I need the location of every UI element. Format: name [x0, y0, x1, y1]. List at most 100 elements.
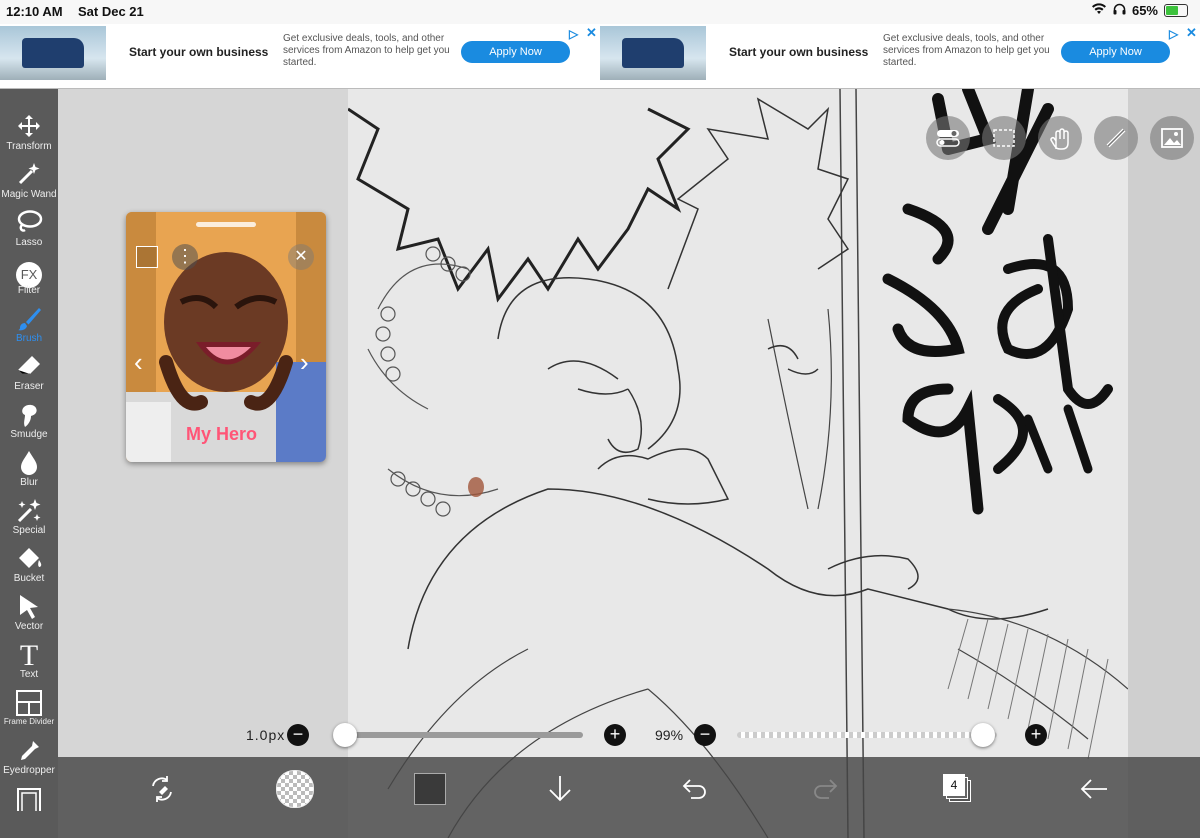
undo-button[interactable] — [672, 767, 716, 811]
tool-eraser[interactable]: Eraser — [0, 353, 58, 399]
tool-bucket[interactable]: Bucket — [0, 545, 58, 591]
tool-label: Text — [19, 669, 39, 680]
adchoices-icon[interactable]: ▷ — [569, 27, 578, 41]
ad-image — [600, 26, 706, 80]
tool-filter[interactable]: FX Filter — [0, 257, 58, 303]
ad-close-icon[interactable]: ✕ — [1186, 25, 1197, 41]
tool-magic-wand[interactable]: Magic Wand — [0, 161, 58, 207]
headphones-icon — [1113, 3, 1126, 18]
battery-fill — [1166, 6, 1179, 15]
tool-eyedropper[interactable]: Eyedropper — [0, 737, 58, 783]
svg-text:My Hero: My Hero — [186, 424, 257, 444]
ad-apply-button[interactable]: Apply Now — [1061, 41, 1170, 63]
layer-count: 4 — [943, 774, 965, 796]
download-button[interactable] — [538, 767, 582, 811]
smudge-icon — [0, 401, 58, 431]
swap-tool-button[interactable] — [140, 767, 184, 811]
hand-icon — [1050, 128, 1069, 150]
bottom-toolbar: 4 — [58, 757, 1200, 838]
battery-percent: 65% — [1131, 3, 1158, 18]
opacity-knob[interactable] — [970, 723, 995, 747]
brush-preview-icon — [276, 770, 314, 808]
tool-label: Special — [12, 525, 46, 536]
tool-special[interactable]: Special — [0, 497, 58, 543]
selection-icon — [993, 129, 1015, 147]
brush-size-slider[interactable] — [333, 723, 583, 747]
ref-prev-icon[interactable]: ‹ — [134, 347, 143, 378]
opacity-increase-button[interactable]: + — [1025, 724, 1047, 746]
move-arrows-icon — [0, 113, 58, 143]
lasso-icon — [0, 209, 58, 239]
tool-text[interactable]: T Text — [0, 641, 58, 687]
status-right: 65% — [1091, 3, 1188, 18]
color-picker-button[interactable] — [408, 767, 452, 811]
touch-mode-button[interactable] — [1038, 116, 1082, 160]
sparkle-icon — [0, 497, 58, 527]
tool-blur[interactable]: Blur — [0, 449, 58, 495]
tool-label: Filter — [17, 285, 41, 296]
ad-body: Get exclusive deals, tools, and other se… — [283, 33, 450, 68]
tool-transform[interactable]: Transform — [0, 113, 58, 159]
brush-eraser-swap-icon — [152, 776, 172, 802]
selection-button[interactable] — [982, 116, 1026, 160]
image-icon — [1161, 128, 1183, 148]
tool-more[interactable] — [0, 785, 58, 831]
tool-label: Eraser — [14, 381, 44, 392]
tool-label: Vector — [14, 621, 44, 632]
ref-next-icon[interactable]: › — [300, 347, 309, 378]
tool-label: Frame Divider — [3, 717, 55, 726]
tool-brush[interactable]: Brush — [0, 305, 58, 351]
tool-frame-divider[interactable]: Frame Divider — [0, 689, 58, 735]
canvas-top-tools — [926, 116, 1194, 160]
drop-icon — [0, 449, 58, 479]
tool-palette: Transform Magic Wand Lasso FX Filter Bru… — [0, 89, 58, 838]
ad-headline: Start your own business — [729, 45, 869, 59]
ad-close-icon[interactable]: ✕ — [586, 25, 597, 41]
eraser-icon — [0, 353, 58, 383]
back-button[interactable] — [1072, 767, 1116, 811]
undo-icon — [682, 779, 706, 799]
tool-label: Bucket — [13, 573, 45, 584]
bucket-icon — [0, 545, 58, 575]
reference-image-window[interactable]: My Hero ⋮ ✕ ‹ › — [126, 212, 326, 462]
ruler-button[interactable] — [1094, 116, 1138, 160]
opacity-slider[interactable] — [737, 723, 997, 747]
ruler-icon — [1106, 128, 1126, 148]
reference-image-button[interactable] — [1150, 116, 1194, 160]
opacity-label: 99% — [655, 727, 684, 743]
status-date: Sat Dec 21 — [78, 4, 144, 19]
frame-divider-icon — [0, 689, 58, 719]
ad-apply-button[interactable]: Apply Now — [461, 41, 570, 63]
tool-lasso[interactable]: Lasso — [0, 209, 58, 255]
brush-size-increase-button[interactable]: + — [604, 724, 626, 746]
tool-label: Blur — [20, 477, 38, 488]
brush-preview-button[interactable] — [273, 767, 317, 811]
toggle-settings-button[interactable] — [926, 116, 970, 160]
sketch-artwork — [348, 89, 1128, 838]
ref-frame-icon[interactable] — [136, 246, 158, 268]
opacity-decrease-button[interactable]: − — [694, 724, 716, 746]
brush-size-knob[interactable] — [333, 723, 357, 747]
ad-body: Get exclusive deals, tools, and other se… — [883, 33, 1050, 68]
ref-close-icon[interactable]: ✕ — [288, 244, 314, 270]
cursor-arrow-icon — [0, 593, 58, 623]
drawing-canvas[interactable] — [348, 89, 1128, 838]
text-icon: T — [19, 639, 39, 672]
tool-label: Transform — [6, 141, 52, 152]
ref-more-icon[interactable]: ⋮ — [172, 244, 198, 270]
canvas-margin — [1128, 89, 1200, 838]
layers-button[interactable]: 4 — [936, 767, 980, 811]
tool-smudge[interactable]: Smudge — [0, 401, 58, 447]
tool-vector[interactable]: Vector — [0, 593, 58, 639]
ad-headline: Start your own business — [129, 45, 269, 59]
fx-icon: FX — [0, 257, 58, 288]
redo-icon — [814, 779, 838, 799]
ad-unit[interactable]: Start your own business Get exclusive de… — [0, 24, 600, 88]
redo-button[interactable] — [804, 767, 848, 811]
adchoices-icon[interactable]: ▷ — [1169, 27, 1178, 41]
ad-banner: Start your own business Get exclusive de… — [0, 24, 1200, 89]
tool-label: Smudge — [10, 429, 48, 440]
brush-size-decrease-button[interactable]: − — [287, 724, 309, 746]
arrow-down-icon — [549, 776, 571, 802]
ad-unit[interactable]: Start your own business Get exclusive de… — [600, 24, 1200, 88]
